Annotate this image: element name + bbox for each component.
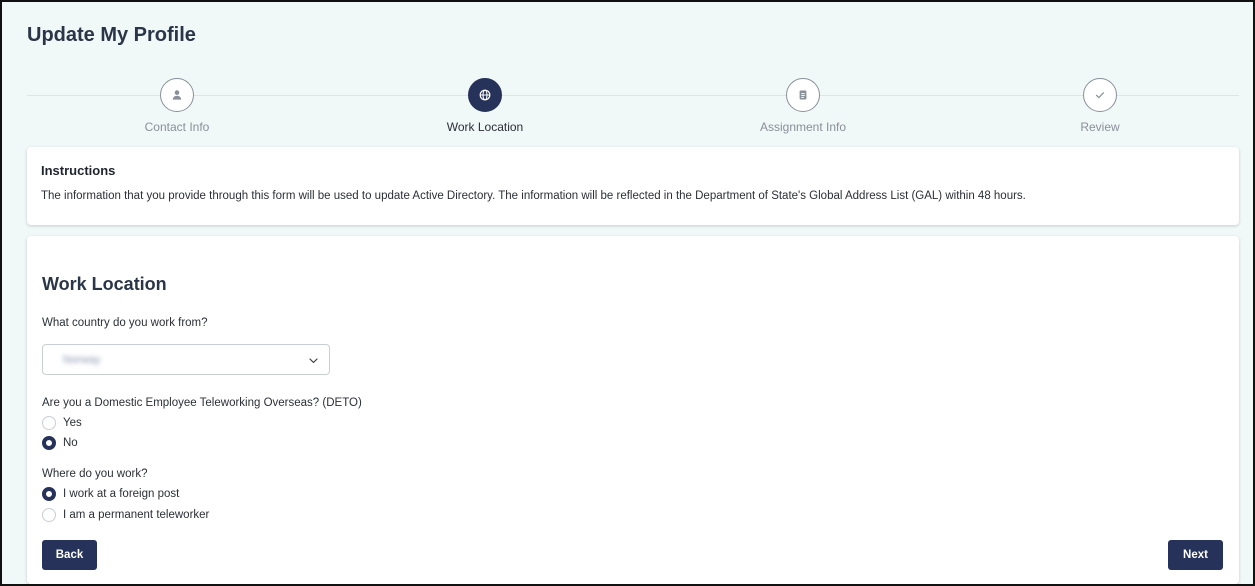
person-icon [172,90,182,100]
work-option-teleworker[interactable]: I am a permanent teleworker [42,507,209,523]
page-title: Update My Profile [27,24,196,46]
step-circle [786,78,820,112]
radio-checked[interactable] [42,487,56,501]
step-label: Assignment Info [759,120,847,134]
instructions-title: Instructions [41,163,116,178]
radio-unchecked[interactable] [42,416,56,430]
step-work-location[interactable]: Work Location [385,78,585,134]
country-select[interactable]: Norway [42,344,330,375]
step-review[interactable]: Review [1000,78,1200,134]
step-circle [160,78,194,112]
instructions-text: The information that you provide through… [41,190,1026,202]
step-circle [1083,78,1117,112]
step-assignment-info[interactable]: Assignment Info [703,78,903,134]
radio-label: No [63,437,78,449]
work-type-question: Where do you work? [42,468,148,480]
clipboard-icon [799,90,807,100]
radio-checked[interactable] [42,436,56,450]
work-location-form: Work Location What country do you work f… [27,236,1239,584]
deto-question: Are you a Domestic Employee Teleworking … [42,397,362,409]
instructions-card: Instructions The information that you pr… [27,147,1239,225]
progress-stepper: Contact Info Work Location Assignment In… [27,76,1239,136]
app-frame: Update My Profile Contact Info Work Loca… [0,0,1255,586]
deto-option-no[interactable]: No [42,435,78,451]
radio-label: Yes [63,417,82,429]
back-button[interactable]: Back [42,540,97,570]
chevron-down-icon [309,358,318,364]
globe-icon [479,89,491,101]
deto-option-yes[interactable]: Yes [42,415,82,431]
checkmark-icon [1095,92,1105,99]
radio-label: I am a permanent teleworker [63,509,210,521]
work-option-foreign-post[interactable]: I work at a foreign post [42,486,179,502]
radio-label: I work at a foreign post [63,488,180,500]
step-label: Contact Info [144,120,210,134]
step-label: Work Location [446,120,524,134]
country-question: What country do you work from? [42,317,208,329]
step-contact-info[interactable]: Contact Info [77,78,277,134]
radio-unchecked[interactable] [42,508,56,522]
step-label: Review [1080,120,1120,134]
section-title: Work Location [42,274,167,294]
step-circle [468,78,502,112]
country-select-value: Norway [63,354,101,366]
next-button[interactable]: Next [1168,540,1223,570]
